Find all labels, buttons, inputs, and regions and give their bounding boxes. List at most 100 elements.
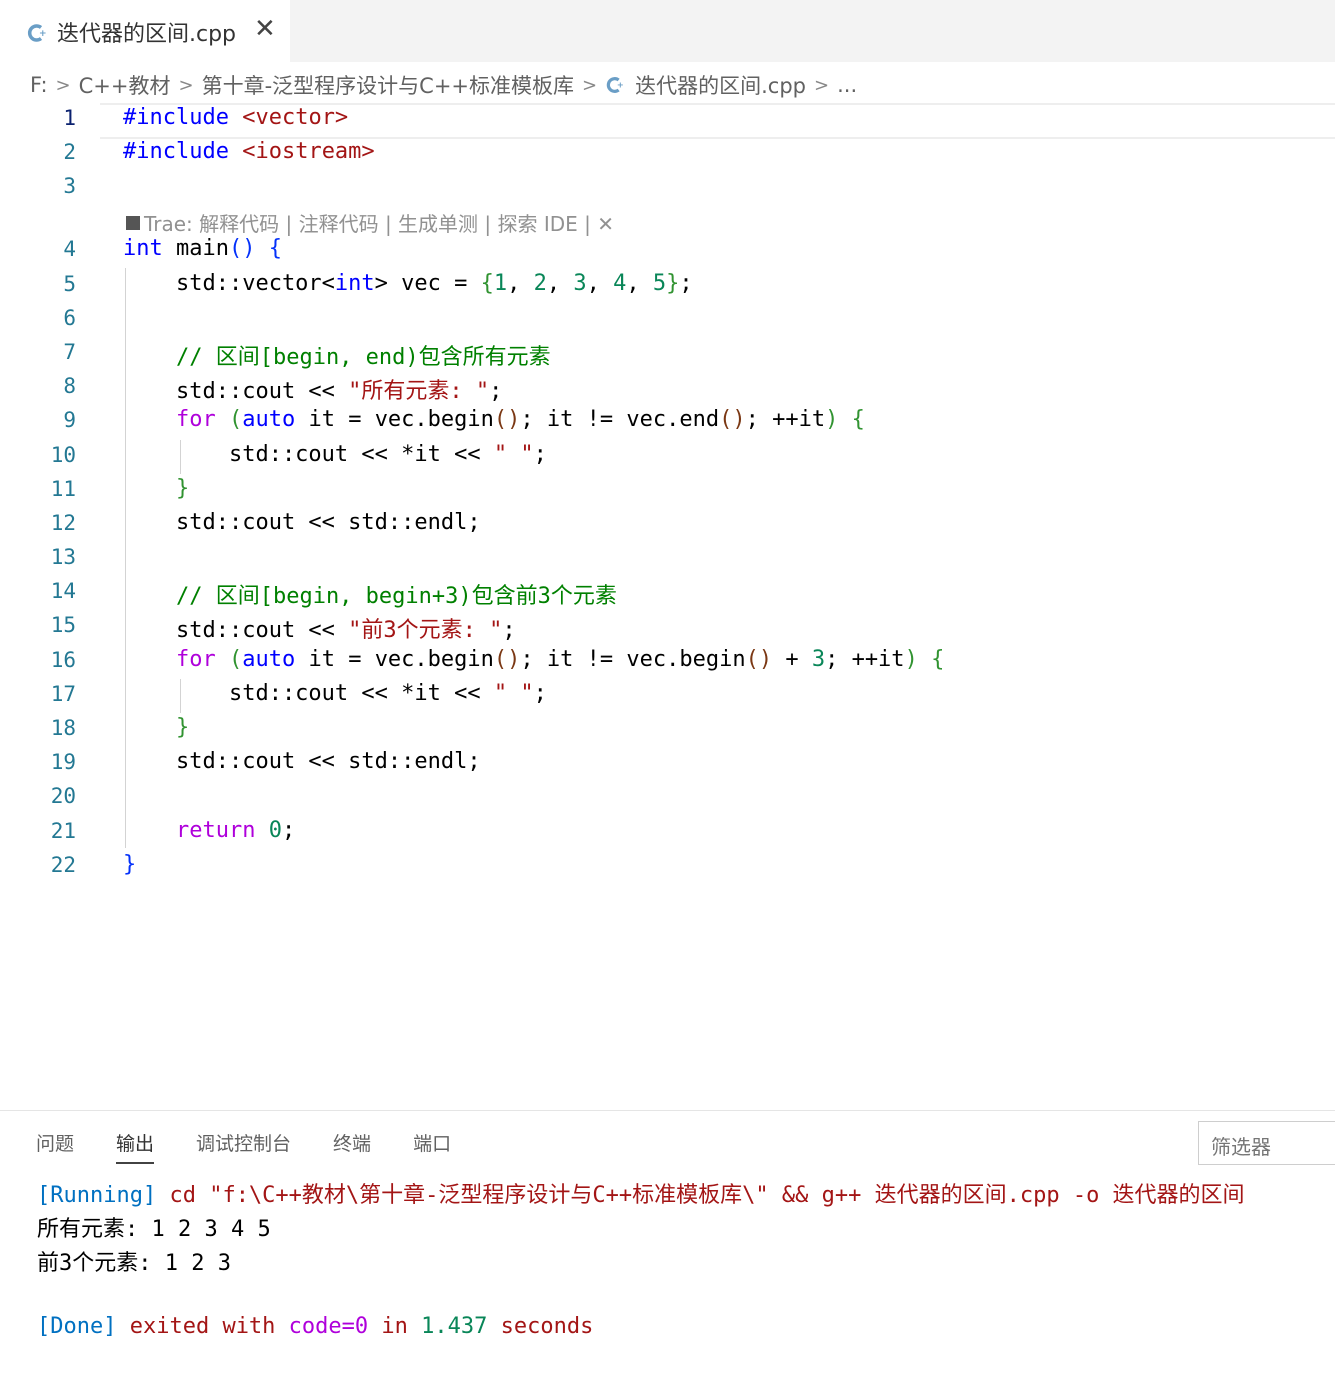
filter-input[interactable]: 筛选器 <box>1198 1121 1335 1165</box>
code-token: #include <box>123 139 243 164</box>
code-token: } <box>666 271 680 296</box>
code-token: ; ++it <box>745 407 826 432</box>
code-token: } <box>175 476 190 501</box>
code-token: > vec = <box>374 271 481 296</box>
code-line[interactable]: #include <vector> <box>123 105 348 130</box>
code-token: cd "f:\C++教材\第十章-泛型程序设计与C++标准模板库\" && g+… <box>156 1183 1245 1208</box>
tab-output[interactable]: 输出 <box>116 1129 155 1164</box>
line-number: 9 <box>63 408 76 432</box>
codelens-text[interactable]: Trae: 解释代码 | 注释代码 | 生成单测 | 探索 IDE | ✕ <box>144 208 614 237</box>
trae-icon <box>126 215 140 230</box>
code-token: ( <box>228 647 243 672</box>
code-token: std::vector< <box>123 271 335 296</box>
code-line[interactable]: #include <iostream> <box>123 139 375 164</box>
code-line[interactable]: for (auto it = vec.begin(); it != vec.be… <box>123 647 944 672</box>
code-token: { <box>268 236 282 261</box>
code-token: { <box>480 271 494 296</box>
code-token: ; it != vec.begin <box>520 647 746 672</box>
code-token: , <box>626 271 653 296</box>
line-number: 8 <box>63 374 76 398</box>
code-token: for <box>175 647 216 672</box>
code-token: ; <box>281 818 296 843</box>
chevron-right-icon: > <box>55 74 71 96</box>
code-token: , <box>546 271 574 296</box>
svg-text:+: + <box>617 80 624 90</box>
code-line[interactable]: std::cout << *it << " "; <box>123 442 547 467</box>
code-token: 1 <box>493 271 508 296</box>
line-number: 13 <box>50 545 76 569</box>
line-number: 21 <box>50 819 76 843</box>
code-line[interactable]: // 区间[begin, end)包含所有元素 <box>123 339 551 371</box>
breadcrumb-item-file[interactable]: 迭代器的区间.cpp <box>635 70 806 100</box>
code-line[interactable]: } <box>123 476 189 501</box>
indent-guide <box>180 440 181 474</box>
code-line[interactable]: std::vector<int> vec = {1, 2, 3, 4, 5}; <box>123 271 693 296</box>
output-panel: 问题 输出 调试控制台 终端 端口 筛选器 [Running] cd "f:\C… <box>0 1110 1335 1378</box>
code-line[interactable]: // 区间[begin, begin+3)包含前3个元素 <box>123 578 617 610</box>
code-token: auto <box>242 407 296 432</box>
code-line[interactable]: std::cout << "前3个元素: "; <box>123 612 516 644</box>
line-number: 3 <box>63 174 76 198</box>
breadcrumb-item-symbol[interactable]: ... <box>837 73 857 97</box>
code-token: ; <box>502 618 516 643</box>
code-line[interactable]: std::cout << "所有元素: "; <box>123 373 502 405</box>
line-number: 6 <box>63 306 76 330</box>
svg-text:+: + <box>39 29 47 39</box>
tab-problems[interactable]: 问题 <box>36 1129 74 1164</box>
code-token: auto <box>242 647 296 672</box>
code-token: // 区间[begin, end)包含所有元素 <box>123 345 551 370</box>
line-number: 16 <box>50 648 76 672</box>
code-token: std::cout << <box>123 618 349 643</box>
chevron-right-icon: > <box>178 74 194 96</box>
line-number: 1 <box>63 106 76 130</box>
code-token: { <box>931 647 945 672</box>
code-token: [Running] <box>37 1183 157 1208</box>
cpp-file-icon: + <box>27 24 47 42</box>
breadcrumb-item-drive[interactable]: F: <box>30 73 48 97</box>
tab-terminal[interactable]: 终端 <box>333 1129 371 1164</box>
code-line[interactable]: } <box>123 715 189 740</box>
code-line[interactable]: std::cout << *it << " "; <box>123 681 547 706</box>
codelens-actions[interactable]: Trae: 解释代码 | 注释代码 | 生成单测 | 探索 IDE | ✕ <box>126 208 614 237</box>
code-token: } <box>123 852 137 877</box>
code-line[interactable]: for (auto it = vec.begin(); it != vec.en… <box>123 407 865 432</box>
code-line[interactable]: } <box>123 852 136 877</box>
line-number: 2 <box>63 140 76 164</box>
chevron-right-icon: > <box>814 74 830 96</box>
line-number: 14 <box>50 579 76 603</box>
code-token: " " <box>493 442 534 467</box>
code-token: std::cout << *it << <box>123 681 494 706</box>
code-line[interactable]: std::cout << std::endl; <box>123 510 481 535</box>
close-icon[interactable]: ✕ <box>254 14 276 44</box>
code-line[interactable]: int main() { <box>123 236 282 261</box>
tab-ports[interactable]: 端口 <box>413 1129 451 1164</box>
code-line[interactable]: std::cout << std::endl; <box>123 749 481 774</box>
tab-debug-console[interactable]: 调试控制台 <box>196 1129 291 1164</box>
breadcrumb-item-folder[interactable]: C++教材 <box>79 70 171 100</box>
line-number: 15 <box>50 613 76 637</box>
code-token: "所有元素: " <box>348 379 490 404</box>
editor-tab[interactable]: + 迭代器的区间.cpp ✕ <box>0 0 290 62</box>
code-token: , <box>507 271 534 296</box>
code-token: ; <box>489 379 503 404</box>
indent-guide <box>180 679 181 713</box>
code-token: () <box>228 236 256 261</box>
line-number: 5 <box>63 272 76 296</box>
code-token: + <box>772 647 812 672</box>
code-token: "前3个元素: " <box>348 618 503 643</box>
breadcrumb-item-subfolder[interactable]: 第十章-泛型程序设计与C++标准模板库 <box>202 70 574 100</box>
code-token: () <box>745 647 773 672</box>
code-token: { <box>851 407 865 432</box>
code-token: ) <box>904 647 918 672</box>
code-line[interactable]: return 0; <box>123 818 295 843</box>
code-token: () <box>493 407 521 432</box>
code-editor[interactable]: 1 2 3 4 5 6 7 8 9 10 11 12 13 14 15 16 17 18 19 20 21 22 #inc… <box>0 102 1335 902</box>
line-number: 11 <box>50 477 76 501</box>
